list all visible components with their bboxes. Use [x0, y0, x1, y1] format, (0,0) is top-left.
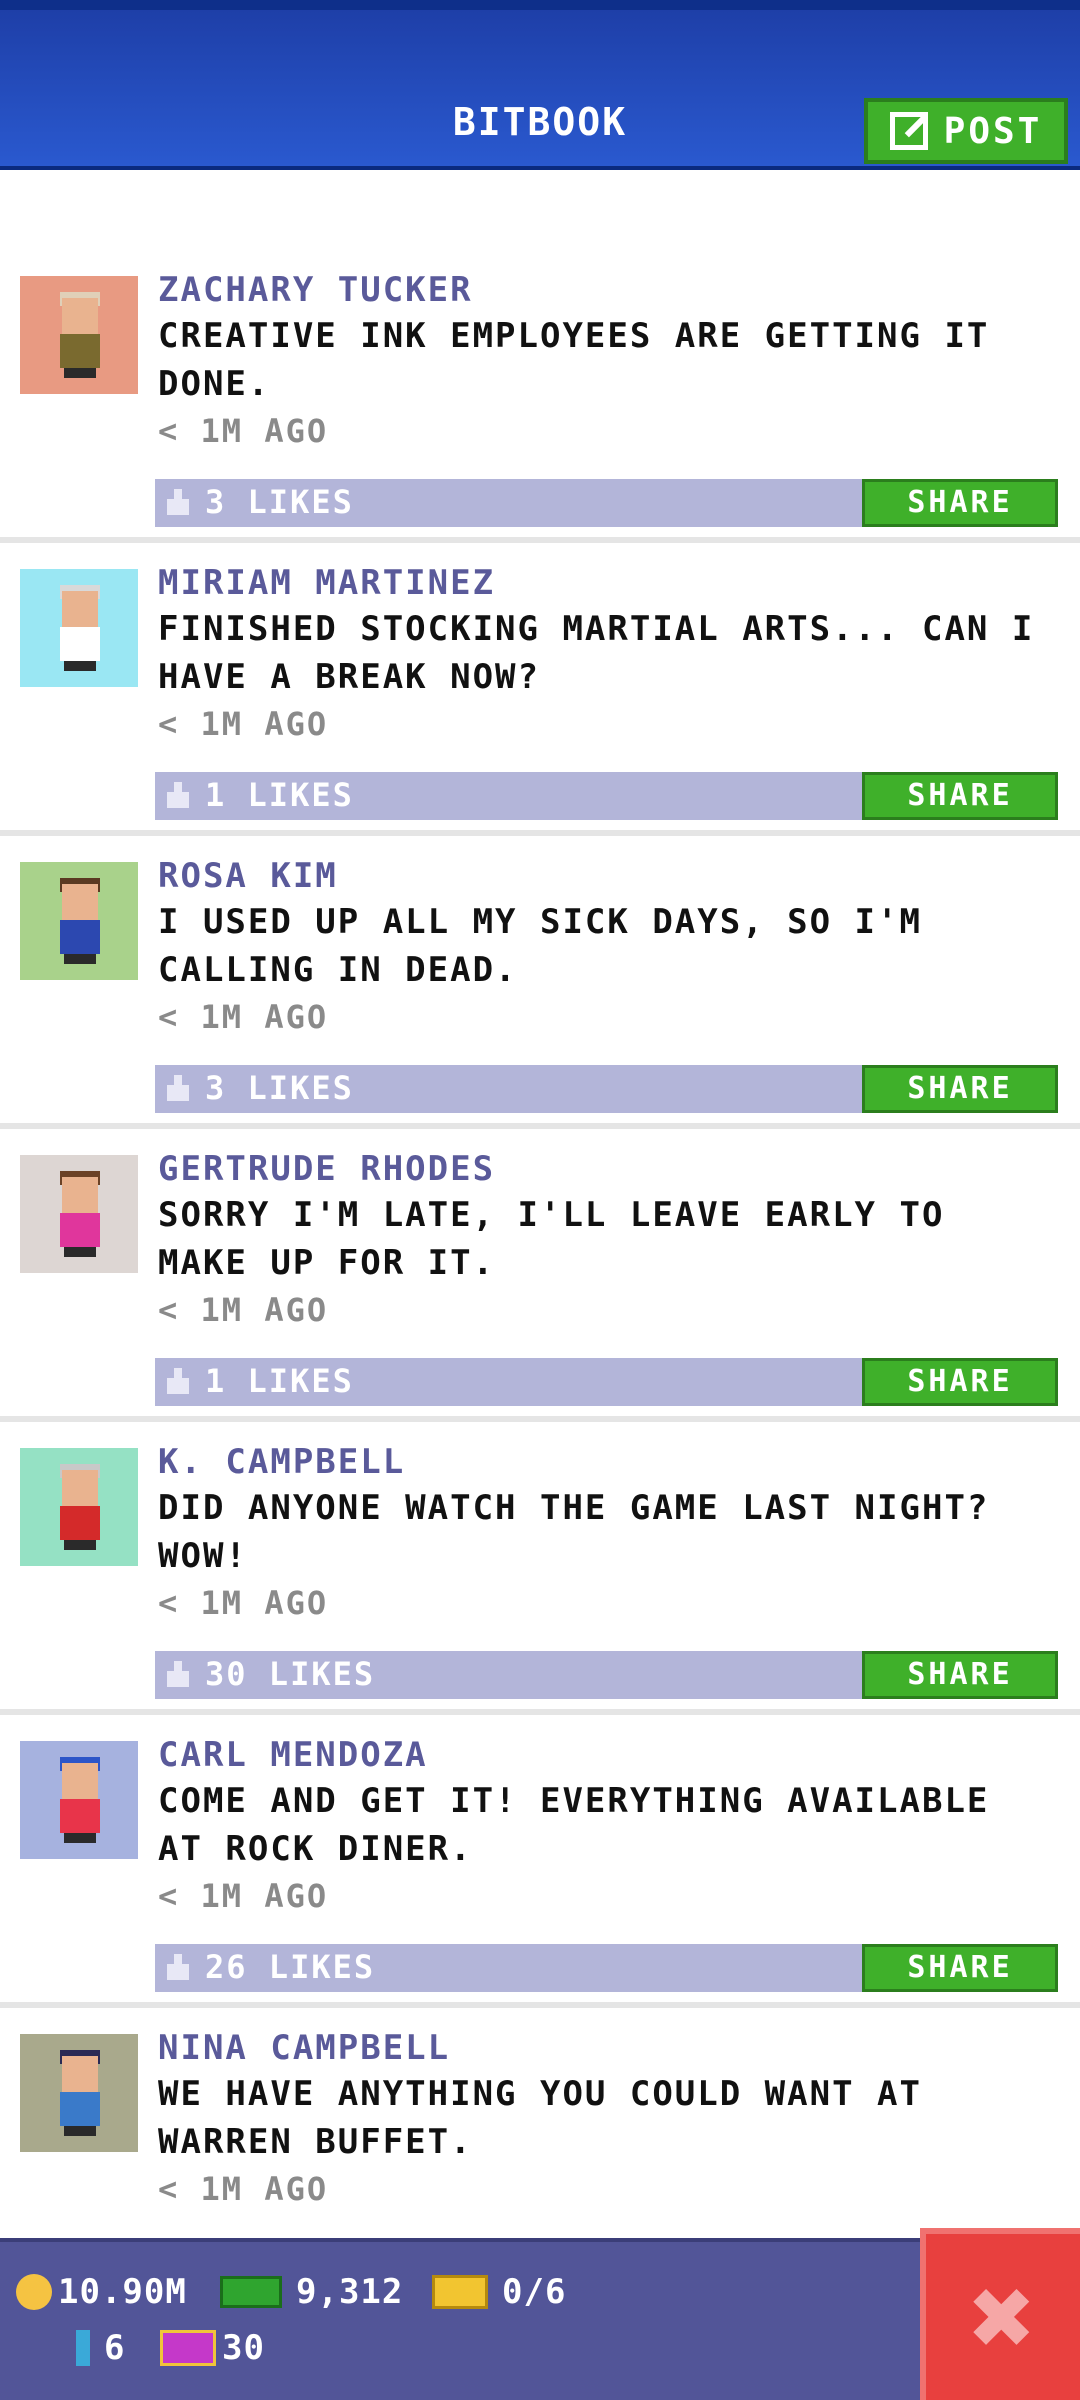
coins-stat: 10.90M — [16, 2272, 187, 2312]
avatar — [20, 569, 138, 687]
likes-count: 3 LIKES — [205, 1069, 354, 1107]
likes-count: 3 LIKES — [205, 483, 354, 521]
close-icon: ✖ — [969, 2253, 1037, 2381]
post-time: < 1M AGO — [158, 998, 329, 1036]
avatar — [20, 276, 138, 394]
share-button[interactable]: SHARE — [862, 1944, 1058, 1992]
vip-stat: 30 — [160, 2328, 265, 2368]
post-author: ZACHARY TUCKER — [158, 270, 473, 310]
share-button[interactable]: SHARE — [862, 1651, 1058, 1699]
thumbs-up-icon — [167, 1954, 189, 1980]
avatar — [20, 1448, 138, 1566]
cash-value: 9,312 — [296, 2272, 404, 2312]
post-button[interactable]: POST — [864, 98, 1068, 164]
post-message: DID ANYONE WATCH THE GAME LAST NIGHT? WO… — [158, 1488, 990, 1576]
cash-icon — [220, 2276, 282, 2308]
bux-stat: 6 — [76, 2328, 125, 2368]
feed-post: CARL MENDOZA COME AND GET IT! EVERYTHING… — [0, 1715, 1080, 2008]
post-time: < 1M AGO — [158, 1584, 329, 1622]
like-bar[interactable]: 1 LIKES — [155, 772, 867, 820]
ticket-icon — [432, 2275, 488, 2309]
share-button[interactable]: SHARE — [862, 1065, 1058, 1113]
post-button-label: POST — [943, 110, 1043, 152]
avatar — [20, 862, 138, 980]
close-button[interactable]: ✖ — [920, 2228, 1080, 2400]
share-button[interactable]: SHARE — [862, 479, 1058, 527]
coin-icon — [16, 2274, 52, 2310]
like-bar[interactable]: 3 LIKES — [155, 1065, 867, 1113]
likes-count: 26 LIKES — [205, 1948, 376, 1986]
thumbs-up-icon — [167, 489, 189, 515]
post-time: < 1M AGO — [158, 2170, 329, 2208]
share-button[interactable]: SHARE — [862, 1358, 1058, 1406]
post-author: K. CAMPBELL — [158, 1442, 406, 1482]
thumbs-up-icon — [167, 1661, 189, 1687]
share-button[interactable]: SHARE — [862, 772, 1058, 820]
post-author: CARL MENDOZA — [158, 1735, 428, 1775]
status-bar: 10.90M 9,312 0/6 6 30 — [0, 2238, 1080, 2400]
bux-value: 6 — [104, 2328, 126, 2368]
tickets-value: 0/6 — [502, 2272, 567, 2312]
avatar — [20, 1155, 138, 1273]
post-message: CREATIVE INK EMPLOYEES ARE GETTING IT DO… — [158, 316, 990, 404]
likes-count: 1 LIKES — [205, 776, 354, 814]
post-author: GERTRUDE RHODES — [158, 1149, 496, 1189]
post-message: WE HAVE ANYTHING YOU COULD WANT AT WARRE… — [158, 2074, 922, 2162]
like-bar[interactable]: 3 LIKES — [155, 479, 867, 527]
vip-icon — [160, 2330, 216, 2366]
bux-icon — [76, 2330, 90, 2366]
like-bar[interactable]: 30 LIKES — [155, 1651, 867, 1699]
cash-stat: 9,312 — [220, 2272, 403, 2312]
post-time: < 1M AGO — [158, 1877, 329, 1915]
post-author: MIRIAM MARTINEZ — [158, 563, 496, 603]
compose-icon — [889, 112, 928, 150]
post-message: SORRY I'M LATE, I'LL LEAVE EARLY TO MAKE… — [158, 1195, 945, 1283]
feed-post: ZACHARY TUCKER CREATIVE INK EMPLOYEES AR… — [0, 250, 1080, 543]
feed-post: GERTRUDE RHODES SORRY I'M LATE, I'LL LEA… — [0, 1129, 1080, 1422]
post-author: ROSA KIM — [158, 856, 338, 896]
post-author: NINA CAMPBELL — [158, 2028, 451, 2068]
feed-post: MIRIAM MARTINEZ FINISHED STOCKING MARTIA… — [0, 543, 1080, 836]
avatar — [20, 1741, 138, 1859]
thumbs-up-icon — [167, 1368, 189, 1394]
thumbs-up-icon — [167, 782, 189, 808]
post-message: FINISHED STOCKING MARTIAL ARTS... CAN I … — [158, 609, 1035, 697]
feed-post: K. CAMPBELL DID ANYONE WATCH THE GAME LA… — [0, 1422, 1080, 1715]
vip-value: 30 — [222, 2328, 265, 2368]
like-bar[interactable]: 26 LIKES — [155, 1944, 867, 1992]
avatar — [20, 2034, 138, 2152]
likes-count: 30 LIKES — [205, 1655, 376, 1693]
like-bar[interactable]: 1 LIKES — [155, 1358, 867, 1406]
likes-count: 1 LIKES — [205, 1362, 354, 1400]
post-time: < 1M AGO — [158, 705, 329, 743]
feed-post: ROSA KIM I USED UP ALL MY SICK DAYS, SO … — [0, 836, 1080, 1129]
post-message: COME AND GET IT! EVERYTHING AVAILABLE AT… — [158, 1781, 990, 1869]
feed-list[interactable]: ZACHARY TUCKER CREATIVE INK EMPLOYEES AR… — [0, 250, 1080, 2301]
tickets-stat: 0/6 — [432, 2272, 566, 2312]
post-time: < 1M AGO — [158, 1291, 329, 1329]
coins-value: 10.90M — [58, 2272, 187, 2312]
header-bar: BITBOOK POST — [0, 0, 1080, 170]
post-time: < 1M AGO — [158, 412, 329, 450]
thumbs-up-icon — [167, 1075, 189, 1101]
post-message: I USED UP ALL MY SICK DAYS, SO I'M CALLI… — [158, 902, 922, 990]
